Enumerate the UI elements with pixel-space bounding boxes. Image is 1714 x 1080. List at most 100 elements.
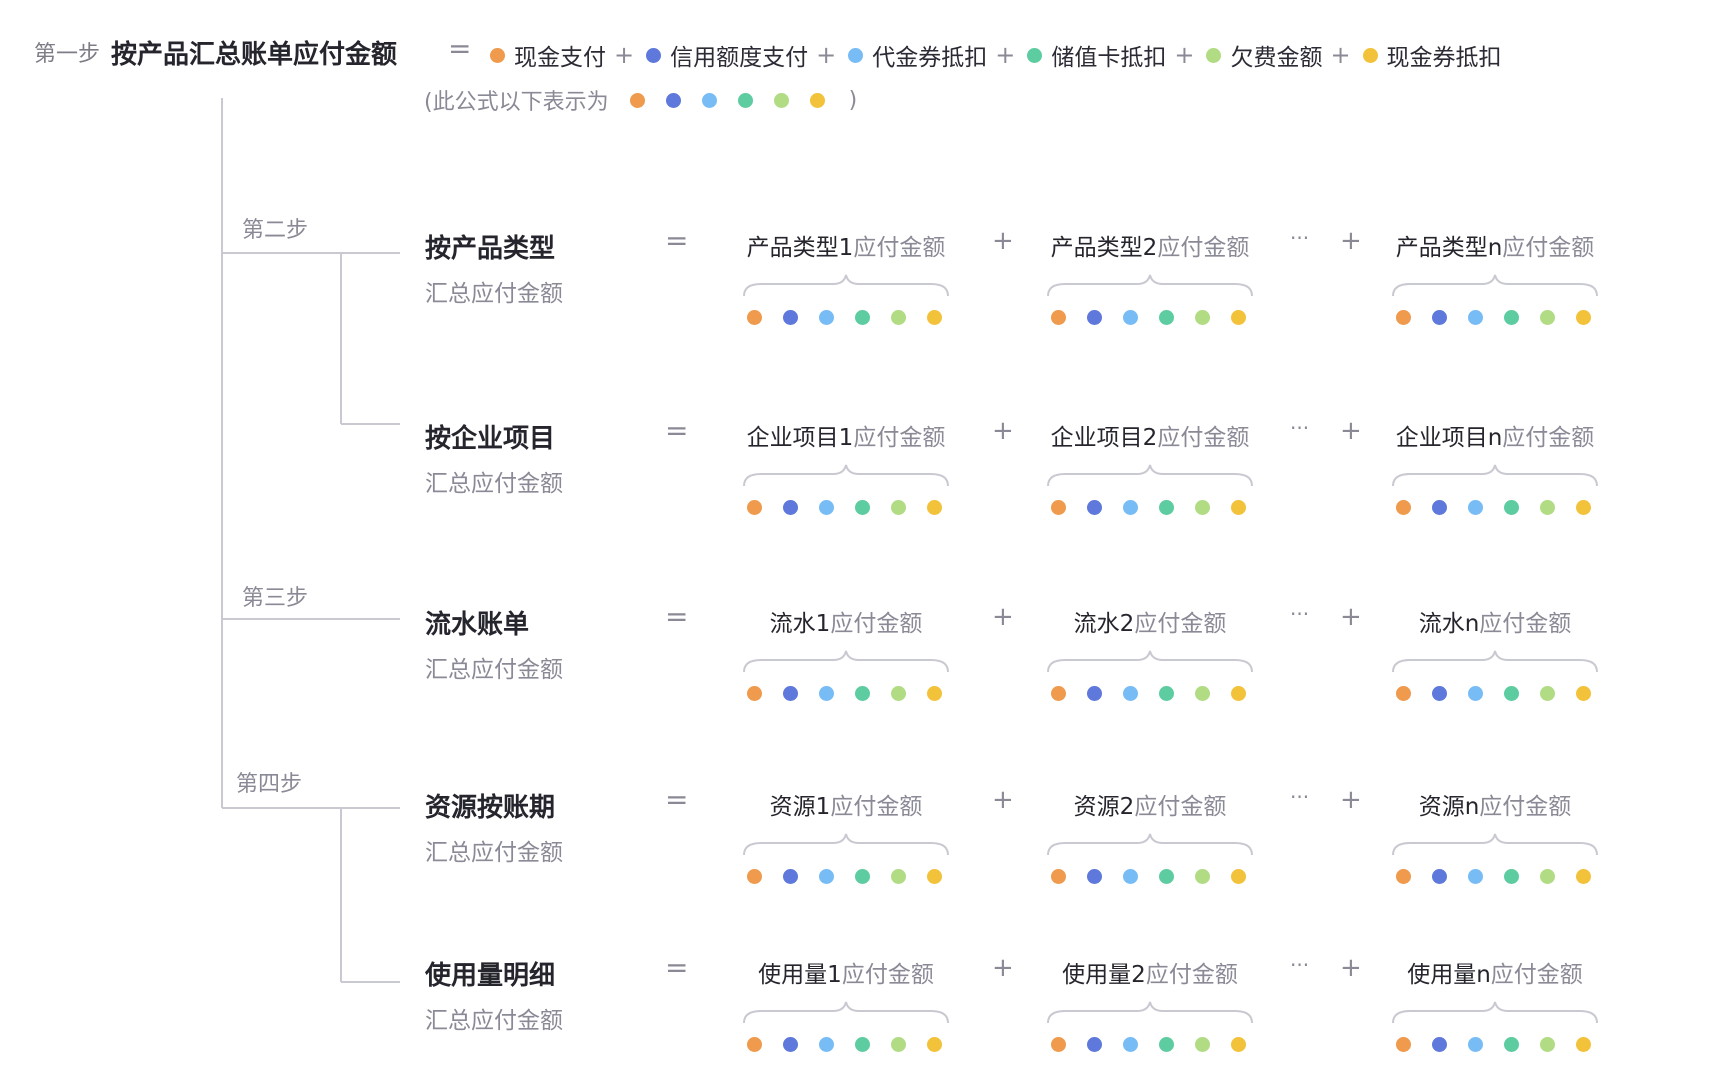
plus-sign: + [992, 785, 1014, 815]
curly-brace-icon [1392, 833, 1598, 856]
legend-label: 现金券抵扣 [1386, 45, 1502, 71]
light-blue-dot-icon [1468, 869, 1483, 884]
light-blue-dot-icon [1123, 500, 1138, 515]
light-green-dot-icon [891, 310, 906, 325]
legend-item-credit: 信用额度支付 [646, 38, 808, 72]
yellow-dot-icon [927, 500, 942, 515]
term-name: 使用量n [1407, 962, 1491, 988]
term-amount-label: 应付金额 [1134, 611, 1227, 637]
payment-dots [1396, 310, 1591, 325]
term-label: 产品类型n应付金额 [1375, 228, 1615, 262]
row-title: 使用量明细 [425, 961, 556, 991]
blue-dot-icon [783, 500, 798, 515]
orange-dot-icon [747, 1037, 762, 1052]
light-green-dot-icon [1195, 500, 1210, 515]
curly-brace-icon [1047, 464, 1253, 487]
curly-brace-icon [743, 1001, 949, 1024]
yellow-dot-icon [1576, 310, 1591, 325]
payment-dots [747, 500, 942, 515]
term-amount-label: 应付金额 [830, 611, 923, 637]
payment-dots [747, 686, 942, 701]
light-blue-dot-icon [819, 1037, 834, 1052]
plus-sign: + [1340, 785, 1362, 815]
legend-label: 现金支付 [514, 45, 606, 71]
ellipsis: ··· [1290, 602, 1310, 626]
green-dot-icon [1159, 310, 1174, 325]
term-amount-label: 应付金额 [1502, 235, 1595, 261]
light-blue-dot-icon [1123, 686, 1138, 701]
payment-dots [747, 869, 942, 884]
term-label: 流水1应付金额 [726, 604, 966, 638]
term-amount-label: 应付金额 [830, 794, 923, 820]
term-name: 流水1 [769, 611, 831, 637]
step2-label: 第二步 [242, 218, 309, 243]
yellow-dot-icon [927, 686, 942, 701]
orange-dot-icon [1396, 500, 1411, 515]
row-title: 按企业项目 [425, 424, 556, 454]
orange-dot-icon [747, 869, 762, 884]
tree-connector-lines [221, 98, 400, 983]
light-green-dot-icon [1195, 310, 1210, 325]
term-label: 使用量2应付金额 [1030, 955, 1270, 989]
ellipsis: ··· [1290, 953, 1310, 977]
step4-label: 第四步 [236, 772, 303, 797]
payment-dots [1051, 869, 1246, 884]
blue-dot-icon [1087, 869, 1102, 884]
light-green-dot-icon [1540, 869, 1555, 884]
blue-dot-icon [1432, 500, 1447, 515]
green-dot-icon [1159, 500, 1174, 515]
orange-dot-icon [747, 686, 762, 701]
light-blue-dot-icon [848, 47, 864, 63]
plus-sign: + [1340, 602, 1362, 632]
payment-dots [1396, 1037, 1591, 1052]
yellow-dot-icon [1231, 869, 1246, 884]
orange-dot-icon [1051, 1037, 1066, 1052]
term-name: 企业项目2 [1050, 425, 1158, 451]
curly-brace-icon [1047, 1001, 1253, 1024]
plus-sign: + [1340, 226, 1362, 256]
plus-sign: + [995, 41, 1016, 69]
blue-dot-icon [783, 1037, 798, 1052]
legend-item-cash-coupon: 现金券抵扣 [1362, 38, 1502, 72]
equals-sign: = [665, 600, 689, 633]
light-blue-dot-icon [1123, 1037, 1138, 1052]
yellow-dot-icon [927, 310, 942, 325]
term-name: 流水n [1418, 611, 1480, 637]
row-title: 流水账单 [425, 610, 530, 640]
term-amount-label: 应付金额 [1479, 794, 1572, 820]
formula-shorthand-note: (此公式以下表示为 ) [424, 84, 857, 116]
yellow-dot-icon [927, 869, 942, 884]
light-blue-dot-icon [819, 310, 834, 325]
step3-label: 第三步 [242, 586, 309, 611]
equals-sign: = [665, 783, 689, 816]
term-name: 资源1 [769, 794, 831, 820]
light-green-dot-icon [1540, 500, 1555, 515]
blue-dot-icon [1087, 686, 1102, 701]
blue-dot-icon [783, 869, 798, 884]
term-name: 企业项目1 [746, 425, 854, 451]
orange-dot-icon [1051, 869, 1066, 884]
orange-dot-icon [747, 500, 762, 515]
yellow-dot-icon [809, 92, 825, 108]
green-dot-icon [1159, 869, 1174, 884]
curly-brace-icon [1392, 274, 1598, 297]
blue-dot-icon [783, 310, 798, 325]
light-blue-dot-icon [819, 500, 834, 515]
term-label: 资源2应付金额 [1030, 787, 1270, 821]
blue-dot-icon [783, 686, 798, 701]
blue-dot-icon [1432, 1037, 1447, 1052]
ellipsis: ··· [1290, 416, 1310, 440]
blue-dot-icon [1087, 1037, 1102, 1052]
curly-brace-icon [1047, 650, 1253, 673]
term-amount-label: 应付金额 [1134, 794, 1227, 820]
payment-dots [1051, 310, 1246, 325]
green-dot-icon [855, 1037, 870, 1052]
ellipsis: ··· [1290, 226, 1310, 250]
green-dot-icon [1027, 47, 1043, 63]
plus-sign: + [1174, 41, 1195, 69]
blue-dot-icon [1087, 500, 1102, 515]
green-dot-icon [1504, 686, 1519, 701]
light-green-dot-icon [1206, 47, 1222, 63]
row-title: 资源按账期 [425, 793, 556, 823]
row-subtitle: 汇总应付金额 [425, 657, 563, 683]
